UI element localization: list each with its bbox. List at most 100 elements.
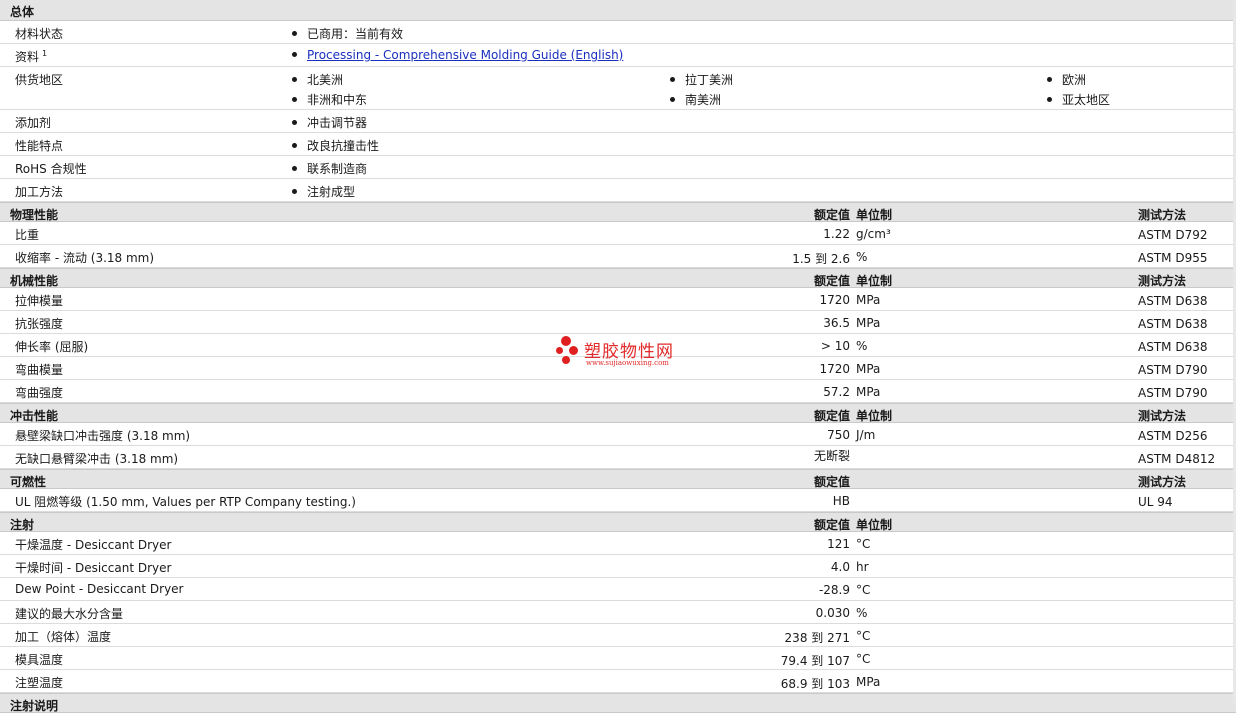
col-header-unit: 单位制 xyxy=(856,409,893,423)
row-label: UL 阻燃等级 (1.50 mm, Values per RTP Company… xyxy=(15,495,356,509)
table-row: 拉伸模量 1720 MPa ASTM D638 xyxy=(0,288,1236,311)
col-header-method: 测试方法 xyxy=(1138,208,1187,222)
row-label: 弯曲强度 xyxy=(15,386,64,400)
row-unit: g/cm³ xyxy=(856,227,891,241)
row-label: 无缺口悬臂梁冲击 (3.18 mm) xyxy=(15,452,179,466)
row-value: 1.22 xyxy=(823,227,850,241)
row-unit: % xyxy=(856,250,868,264)
row-additive: 添加剂 冲击调节器 xyxy=(0,110,1236,133)
col-header-unit: 单位制 xyxy=(856,518,893,532)
row-method: ASTM D638 xyxy=(1138,340,1208,354)
col-header-value: 额定值 xyxy=(813,409,850,423)
section-header-mechanical: 机械性能 额定值 单位制 测试方法 xyxy=(0,268,1236,288)
row-value: 冲击调节器 xyxy=(292,114,367,131)
region-item: 非洲和中东 xyxy=(292,91,367,108)
row-processing-method: 加工方法 注射成型 xyxy=(0,179,1236,202)
col-header-unit: 单位制 xyxy=(856,274,893,288)
col-header-value: 额定值 xyxy=(813,274,850,288)
row-label: 拉伸模量 xyxy=(15,294,64,308)
col-header-value: 额定值 xyxy=(813,518,850,532)
row-label: RoHS 合规性 xyxy=(15,162,87,176)
col-header-value: 额定值 xyxy=(813,475,850,489)
row-rohs: RoHS 合规性 联系制造商 xyxy=(0,156,1236,179)
table-row: 悬壁梁缺口冲击强度 (3.18 mm) 750 J/m ASTM D256 xyxy=(0,423,1236,446)
datasheet: 总体 材料状态 已商用：当前有效 资料 1 Processing - Compre… xyxy=(0,0,1236,713)
row-method: ASTM D790 xyxy=(1138,363,1208,377)
row-value: 238 到 271 xyxy=(784,631,850,645)
row-label: 弯曲模量 xyxy=(15,363,64,377)
col-header-method: 测试方法 xyxy=(1138,475,1187,489)
section-title: 注射 xyxy=(10,518,35,532)
table-row: 干燥时间 - Desiccant Dryer 4.0 hr xyxy=(0,555,1236,578)
row-label: 资料 1 xyxy=(15,49,48,64)
col-header-method: 测试方法 xyxy=(1138,409,1187,423)
row-unit: MPa xyxy=(856,385,881,399)
row-unit: MPa xyxy=(856,675,881,689)
table-row: 干燥温度 - Desiccant Dryer 121 °C xyxy=(0,532,1236,555)
row-value: 68.9 到 103 xyxy=(780,677,850,691)
row-label: 抗张强度 xyxy=(15,317,64,331)
row-label: 性能特点 xyxy=(15,139,64,153)
row-unit: °C xyxy=(856,537,871,551)
row-unit: °C xyxy=(856,629,871,643)
row-value: 联系制造商 xyxy=(292,160,367,177)
logo-dots-icon xyxy=(556,336,582,366)
row-method: ASTM D638 xyxy=(1138,317,1208,331)
col-header-unit: 单位制 xyxy=(856,208,893,222)
row-unit: MPa xyxy=(856,293,881,307)
row-unit: MPa xyxy=(856,362,881,376)
row-label: 建议的最大水分含量 xyxy=(15,607,124,621)
row-method: ASTM D955 xyxy=(1138,251,1208,265)
table-row: 建议的最大水分含量 0.030 % xyxy=(0,601,1236,624)
row-value: 注射成型 xyxy=(292,183,355,200)
row-label: 模具温度 xyxy=(15,653,64,667)
row-unit: °C xyxy=(856,583,871,597)
col-header-value: 额定值 xyxy=(813,208,850,222)
row-value: 1720 xyxy=(819,293,850,307)
table-row: 无缺口悬臂梁冲击 (3.18 mm) 无断裂 ASTM D4812 xyxy=(0,446,1236,469)
row-method: ASTM D256 xyxy=(1138,429,1208,443)
watermark-url: www.sujiaowuxing.com xyxy=(586,359,669,367)
region-item: 北美洲 xyxy=(292,71,343,88)
table-row: UL 阻燃等级 (1.50 mm, Values per RTP Company… xyxy=(0,489,1236,512)
row-documents: 资料 1 Processing - Comprehensive Molding G… xyxy=(0,44,1236,67)
section-title: 总体 xyxy=(10,5,35,19)
row-value: 无断裂 xyxy=(813,449,850,463)
row-label: 比重 xyxy=(15,228,40,242)
table-row: 注塑温度 68.9 到 103 MPa xyxy=(0,670,1236,693)
row-label: 伸长率 (屈服) xyxy=(15,340,89,354)
row-value: 750 xyxy=(827,428,850,442)
processing-guide-link[interactable]: Processing - Comprehensive Molding Guide… xyxy=(307,48,623,62)
col-header-method: 测试方法 xyxy=(1138,274,1187,288)
row-unit: hr xyxy=(856,560,869,574)
row-method: ASTM D638 xyxy=(1138,294,1208,308)
section-title: 物理性能 xyxy=(10,208,59,222)
table-row: 收缩率 - 流动 (3.18 mm) 1.5 到 2.6 % ASTM D955 xyxy=(0,245,1236,268)
row-value: 改良抗撞击性 xyxy=(292,137,379,154)
row-unit: °C xyxy=(856,652,871,666)
row-value: 57.2 xyxy=(823,385,850,399)
document-list-item: Processing - Comprehensive Molding Guide… xyxy=(292,48,623,62)
row-label: 加工方法 xyxy=(15,185,64,199)
row-label: 加工（熔体）温度 xyxy=(15,630,112,644)
row-value: 79.4 到 107 xyxy=(780,654,850,668)
region-item: 拉丁美洲 xyxy=(670,71,733,88)
row-value: HB xyxy=(832,494,850,508)
row-regions: 供货地区 北美洲 拉丁美洲 欧洲 非洲和中东 南美洲 亚太地区 xyxy=(0,67,1236,110)
row-value: > 10 xyxy=(820,339,850,353)
row-value: 121 xyxy=(827,537,850,551)
row-unit: % xyxy=(856,339,868,353)
watermark-logo: 塑胶物性网 www.sujiaowuxing.com xyxy=(556,334,696,374)
region-item: 南美洲 xyxy=(670,91,721,108)
row-method: UL 94 xyxy=(1138,495,1173,509)
row-material-status: 材料状态 已商用：当前有效 xyxy=(0,21,1236,44)
row-value: 36.5 xyxy=(823,316,850,330)
row-label: 添加剂 xyxy=(15,116,52,130)
region-item: 欧洲 xyxy=(1047,71,1086,88)
row-value: 1.5 到 2.6 xyxy=(792,252,850,266)
row-method: ASTM D792 xyxy=(1138,228,1208,242)
row-label: 干燥时间 - Desiccant Dryer xyxy=(15,561,172,575)
row-label: Dew Point - Desiccant Dryer xyxy=(15,582,184,596)
region-item: 亚太地区 xyxy=(1047,91,1110,108)
row-features: 性能特点 改良抗撞击性 xyxy=(0,133,1236,156)
